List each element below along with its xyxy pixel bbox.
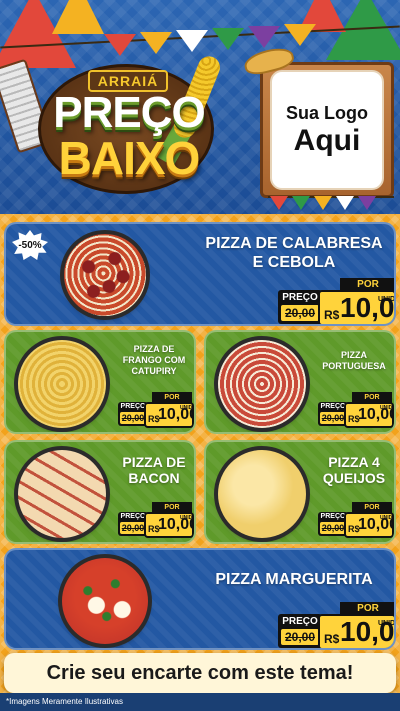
- currency: R$: [324, 308, 340, 322]
- bunting-flag: [284, 24, 316, 46]
- product-name: PIZZA PORTUGUESA: [314, 350, 394, 372]
- logo-placeholder[interactable]: Sua Logo Aqui: [270, 70, 384, 190]
- old-price: 20,00: [281, 305, 319, 321]
- product-name: PIZZA DE FRANGO COM CATUPIRY: [114, 344, 194, 377]
- unit-label: UNID: [378, 296, 396, 303]
- bunting-flag: [270, 196, 288, 210]
- logo-text-line-2: Aqui: [293, 124, 361, 157]
- product-name-line: BACON: [128, 470, 180, 486]
- product-name-line: PIZZA DE: [133, 344, 175, 354]
- logo-text-line-1: Sua Logo: [286, 103, 368, 123]
- old-price-label: PREÇO: [282, 292, 318, 303]
- tent-decoration: [52, 0, 104, 34]
- disclaimer-footer: *Imagens Meramente Ilustrativas: [0, 693, 400, 711]
- headline-preco: PREÇO: [53, 88, 205, 137]
- old-price: 20,00: [281, 629, 319, 645]
- price-tag: POR PREÇO 20,00 R$ 10,00 UNID: [318, 392, 394, 428]
- product-card-calabresa[interactable]: -50% PIZZA DE CALABRESA E CEBOLA POR PRE…: [4, 222, 396, 326]
- old-price: 20,00: [120, 522, 146, 534]
- product-name-line: CATUPIRY: [131, 366, 177, 376]
- unit-label: UNID: [380, 405, 393, 411]
- price-tag: POR PREÇO 20,00 R$ 10,00 UNID: [278, 602, 396, 648]
- bunting-flag: [358, 196, 376, 210]
- bunting-flag: [176, 30, 208, 52]
- bunting-flag: [248, 26, 280, 48]
- bunting-flag: [104, 34, 136, 56]
- product-name: PIZZA DE CALABRESA E CEBOLA: [196, 234, 392, 272]
- product-name: PIZZA MARGUERITA: [215, 571, 373, 588]
- product-name-line: FRANGO COM: [122, 355, 186, 365]
- pizza-image: [62, 558, 148, 644]
- product-name-line: PIZZA 4: [328, 454, 380, 470]
- bunting-flag: [212, 28, 244, 50]
- product-name-line: E CEBOLA: [252, 254, 336, 271]
- bunting-flag: [314, 196, 332, 210]
- product-card-frango[interactable]: PIZZA DE FRANGO COM CATUPIRY POR PREÇO 2…: [4, 330, 196, 434]
- bunting-flag: [336, 196, 354, 210]
- product-name-line: QUEIJOS: [322, 470, 386, 486]
- product-card-marguerita[interactable]: PIZZA MARGUERITA POR PREÇO 20,00 R$ 10,0…: [4, 548, 396, 650]
- old-price: 20,00: [320, 412, 346, 424]
- price-tag: POR PREÇO 20,00 R$ 10,00 UNID: [118, 502, 194, 538]
- bunting-flag: [292, 196, 310, 210]
- product-name: PIZZA DE BACON: [114, 454, 194, 486]
- pizza-image: [218, 340, 306, 428]
- price-tag: POR PREÇO 20,00 R$ 10,00 UNID: [118, 392, 194, 428]
- old-price: 20,00: [120, 412, 146, 424]
- bunting-flag: [140, 32, 172, 54]
- product-name: PIZZA 4 QUEIJOS: [314, 454, 394, 486]
- cta-banner[interactable]: Crie seu encarte com este tema!: [4, 653, 396, 693]
- product-name-line: PIZZA: [341, 350, 367, 360]
- pizza-image: [18, 450, 106, 538]
- product-name-line: PORTUGUESA: [322, 361, 386, 371]
- pizza-image: [18, 340, 106, 428]
- header-banner: ARRAIÁ PREÇO BAIXO Sua Logo Aqui: [0, 0, 400, 214]
- price-tag: POR PREÇO 20,00 R$ 10,00 UNID: [278, 278, 396, 324]
- old-price: 20,00: [320, 522, 346, 534]
- unit-label: UNID: [180, 405, 193, 411]
- pizza-image: [218, 450, 306, 538]
- headline-baixo: BAIXO: [58, 132, 201, 184]
- pizza-image: [64, 234, 146, 316]
- unit-label: UNID: [380, 515, 393, 521]
- product-name-line: PIZZA DE CALABRESA: [205, 235, 383, 252]
- price-tag: POR PREÇO 20,00 R$ 10,00 UNID: [318, 502, 394, 538]
- product-card-bacon[interactable]: PIZZA DE BACON POR PREÇO 20,00 R$ 10,00 …: [4, 440, 196, 544]
- product-card-queijos[interactable]: PIZZA 4 QUEIJOS POR PREÇO 20,00 R$ 10,00…: [204, 440, 396, 544]
- old-price-label: PREÇO: [282, 616, 318, 627]
- product-card-portuguesa[interactable]: PIZZA PORTUGUESA POR PREÇO 20,00 R$ 10,0…: [204, 330, 396, 434]
- product-name-line: PIZZA DE: [122, 454, 186, 470]
- unit-label: UNID: [378, 620, 396, 627]
- unit-label: UNID: [180, 515, 193, 521]
- currency: R$: [324, 632, 340, 646]
